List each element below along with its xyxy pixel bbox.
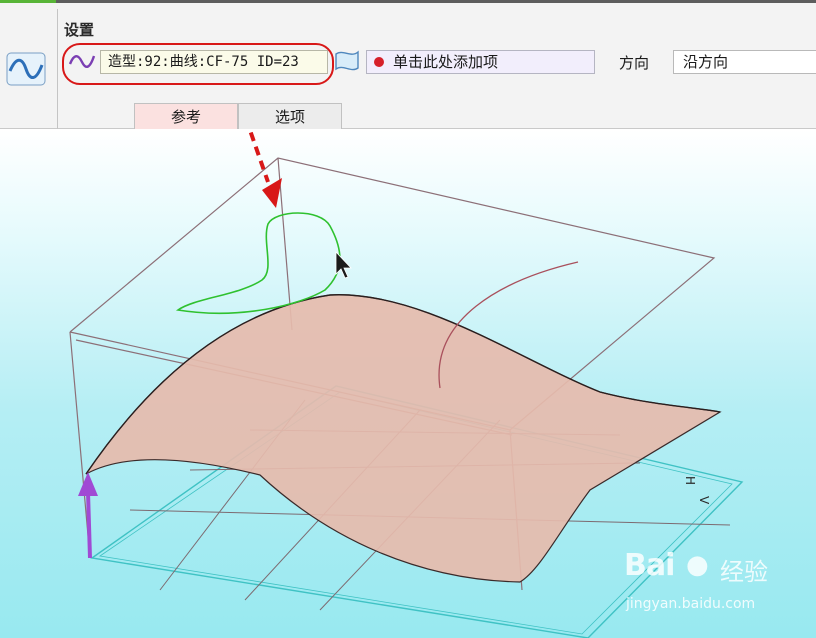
surface-sweep-icon[interactable] (6, 51, 46, 87)
watermark-logo-cn: 经验 (720, 558, 768, 586)
direction-arrowhead (78, 472, 98, 496)
annotation-highlight-ring (62, 43, 334, 85)
watermark-logo: Bai (624, 548, 675, 583)
tab-options[interactable]: 选项 (238, 103, 342, 129)
sweep-surface (85, 294, 722, 583)
direction-select[interactable]: 沿方向 (673, 50, 816, 74)
ribbon-separator (57, 9, 58, 129)
annotation-arrowhead (262, 178, 282, 208)
axis-glyph-v: V (697, 496, 711, 505)
tab-reference[interactable]: 参考 (134, 103, 238, 129)
annotation-arrow (247, 130, 270, 183)
surface-icon[interactable] (333, 48, 361, 74)
add-item-collector[interactable]: 单击此处添加项 (366, 50, 595, 74)
paw-icon: ● (686, 550, 709, 580)
axis-glyph-h: H (683, 476, 697, 485)
red-dot-icon (374, 57, 384, 67)
section-title: 设置 (64, 21, 95, 39)
direction-arrow (86, 491, 92, 559)
watermark-url: jingyan.baidu.com (626, 596, 756, 612)
mouse-cursor-icon (335, 250, 352, 279)
direction-label: 方向 (619, 54, 650, 72)
baidu-watermark: Bai ● 经验 jingyan.baidu.com (624, 548, 784, 618)
